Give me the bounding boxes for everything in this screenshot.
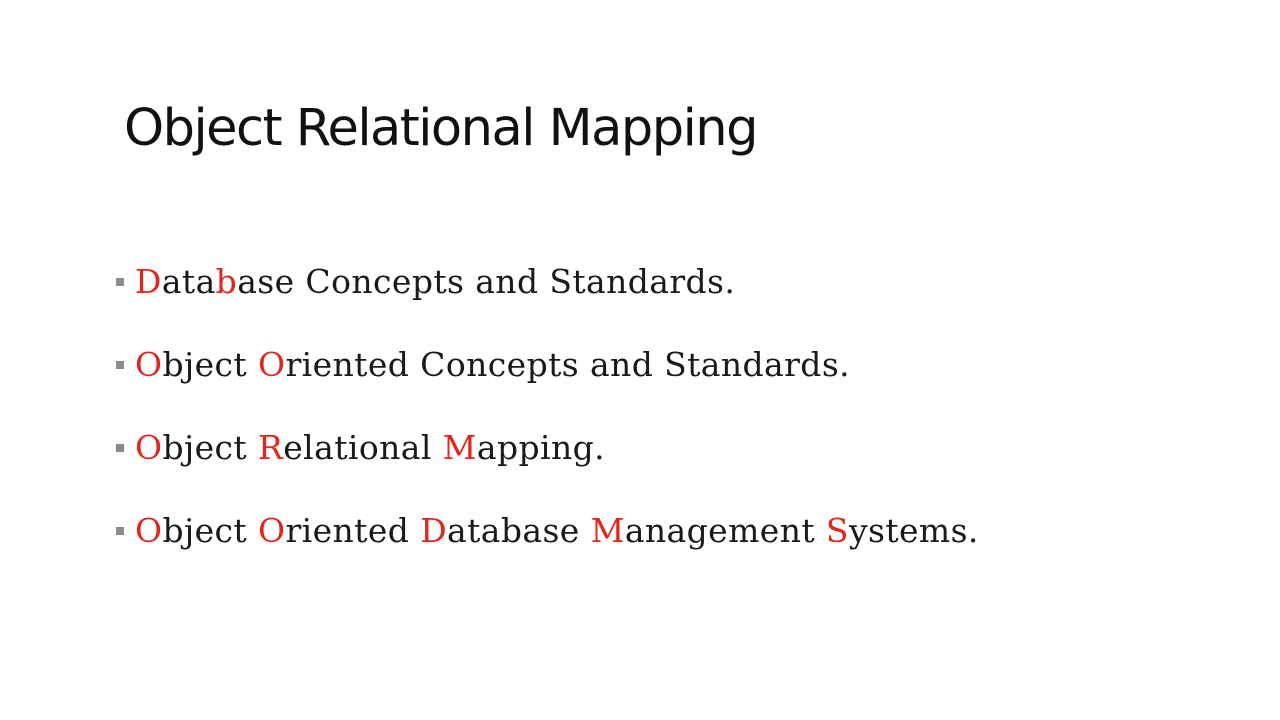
square-bullet-icon — [116, 526, 124, 535]
slide: Object Relational Mapping Database Conce… — [0, 0, 1280, 720]
bullet-segment: riented — [285, 511, 421, 550]
bullet-segment: bject — [162, 511, 258, 550]
bullet-segment: M — [590, 511, 625, 550]
bullet-item: Database Concepts and Standards. — [116, 240, 979, 323]
bullet-segment: D — [420, 511, 448, 550]
bullet-segment: anagement — [624, 511, 826, 550]
square-bullet-icon — [116, 360, 124, 369]
bullet-segment: S — [825, 511, 849, 550]
bullet-text: Database Concepts and Standards. — [135, 262, 735, 301]
square-bullet-icon — [116, 443, 124, 452]
bullet-item: Object Oriented Concepts and Standards. — [116, 323, 979, 406]
bullet-segment: O — [135, 511, 163, 550]
bullet-segment: bject — [162, 345, 258, 384]
bullet-segment: atabase — [447, 511, 591, 550]
slide-title: Object Relational Mapping — [124, 99, 758, 158]
bullet-segment: bject — [162, 428, 258, 467]
bullet-segment: ase Concepts and Standards. — [237, 262, 736, 301]
bullet-segment: apping. — [476, 428, 606, 467]
bullet-segment: riented Concepts and Standards. — [285, 345, 851, 384]
bullet-text: Object Oriented Concepts and Standards. — [135, 345, 850, 384]
bullet-segment: O — [135, 428, 163, 467]
bullet-list: Database Concepts and Standards. Object … — [116, 240, 979, 572]
bullet-segment: b — [215, 262, 238, 301]
bullet-segment: R — [258, 428, 284, 467]
bullet-segment: ystems. — [848, 511, 979, 550]
bullet-item: Object Oriented Database Management Syst… — [116, 489, 979, 572]
bullet-item: Object Relational Mapping. — [116, 406, 979, 489]
bullet-text: Object Relational Mapping. — [135, 428, 605, 467]
bullet-segment: O — [135, 345, 163, 384]
bullet-segment: ata — [161, 262, 216, 301]
bullet-segment: O — [258, 345, 286, 384]
bullet-segment: D — [135, 262, 162, 301]
bullet-segment: elational — [283, 428, 443, 467]
bullet-text: Object Oriented Database Management Syst… — [135, 511, 979, 550]
bullet-segment: M — [442, 428, 477, 467]
bullet-segment: O — [258, 511, 286, 550]
square-bullet-icon — [116, 277, 124, 286]
